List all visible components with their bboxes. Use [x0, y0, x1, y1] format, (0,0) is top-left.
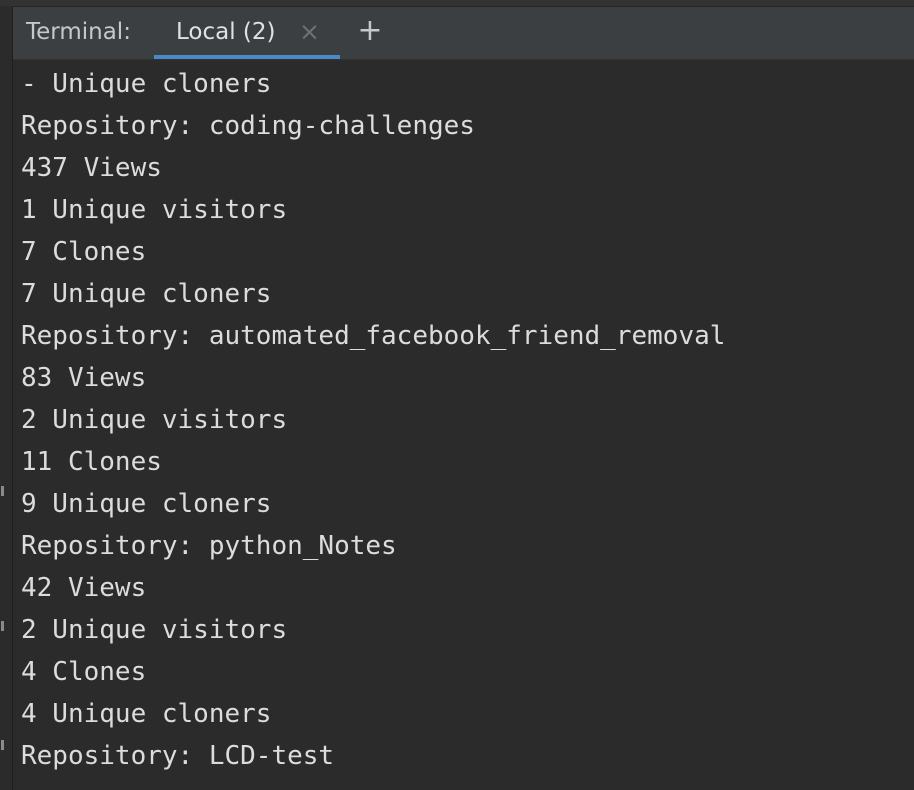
- terminal-line: 7 Unique cloners: [21, 279, 272, 309]
- terminal-title: Terminal:: [26, 19, 131, 45]
- tab-local-2[interactable]: Local (2) ×: [154, 7, 340, 59]
- left-gutter: [0, 6, 13, 790]
- terminal-line: Repository: coding-challenges: [21, 111, 475, 141]
- terminal-line: 437 Views: [21, 153, 162, 183]
- add-terminal-button[interactable]: +: [356, 16, 384, 48]
- terminal-line: Repository: LCD-test: [21, 741, 335, 771]
- terminal-line: 4 Unique cloners: [21, 699, 272, 729]
- top-edge: [0, 0, 914, 7]
- gutter-marker: [1, 621, 4, 631]
- terminal-window: Terminal: Local (2) × + - Unique cloners…: [0, 0, 914, 790]
- terminal-line: 2 Unique visitors: [21, 615, 288, 645]
- terminal-line: 83 Views: [21, 363, 147, 393]
- close-icon[interactable]: ×: [299, 17, 320, 46]
- gutter-marker: [1, 486, 4, 496]
- terminal-line: 1 Unique visitors: [21, 195, 288, 225]
- terminal-line: - Unique cloners: [21, 69, 272, 99]
- terminal-output[interactable]: - Unique cloners Repository: coding-chal…: [13, 60, 914, 790]
- terminal-tabbar: Terminal: Local (2) × +: [13, 7, 914, 60]
- terminal-line: 42 Views: [21, 573, 147, 603]
- tab-label: Local (2): [176, 19, 276, 45]
- terminal-line: 4 Clones: [21, 657, 147, 687]
- terminal-line: Repository: automated_facebook_friend_re…: [21, 321, 726, 351]
- terminal-line: 7 Clones: [21, 237, 147, 267]
- terminal-line: 11 Clones: [21, 447, 162, 477]
- active-tab-indicator: [154, 55, 340, 59]
- terminal-line: 2 Unique visitors: [21, 405, 288, 435]
- gutter-marker: [1, 740, 4, 750]
- terminal-line: Repository: python_Notes: [21, 531, 397, 561]
- terminal-line: 9 Unique cloners: [21, 489, 272, 519]
